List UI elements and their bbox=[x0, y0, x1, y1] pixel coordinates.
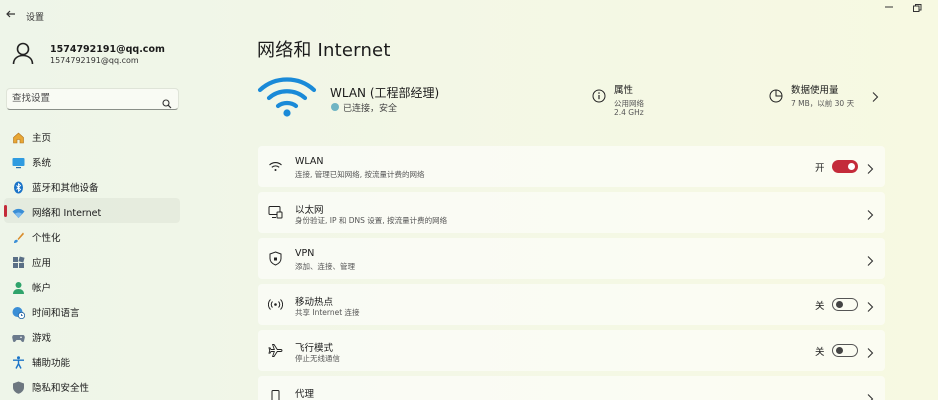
wifi-icon bbox=[268, 159, 283, 174]
sidebar-item-time-language[interactable]: 时间和语言 bbox=[4, 298, 180, 323]
sidebar-item-privacy[interactable]: 隐私和安全性 bbox=[4, 373, 180, 398]
wifi-icon bbox=[12, 204, 25, 218]
sidebar-item-label: 应用 bbox=[32, 258, 52, 269]
row-description: 连接, 管理已知网络, 按流量计费的网络 bbox=[295, 170, 425, 179]
data-usage-title: 数据使用量 bbox=[791, 85, 839, 96]
apps-icon bbox=[12, 254, 25, 268]
accessibility-icon bbox=[12, 354, 25, 369]
search-box[interactable] bbox=[6, 88, 179, 110]
bluetooth-icon bbox=[12, 179, 25, 194]
toggle-knob bbox=[836, 301, 843, 308]
wlan-row[interactable]: WLAN 连接, 管理已知网络, 按流量计费的网络 开 bbox=[258, 146, 885, 187]
sidebar-item-gaming[interactable]: 游戏 bbox=[4, 323, 180, 348]
row-title: 以太网 bbox=[295, 205, 324, 216]
properties-card[interactable]: 属性 公用网络 2.4 GHz bbox=[592, 78, 742, 117]
chevron-right-icon[interactable] bbox=[866, 206, 874, 220]
gamepad-icon bbox=[12, 329, 25, 343]
connected-status-icon bbox=[331, 103, 339, 111]
chevron-right-icon[interactable] bbox=[866, 344, 874, 358]
sidebar-item-label: 个性化 bbox=[32, 233, 61, 244]
minimize-button[interactable] bbox=[882, 2, 896, 14]
active-indicator bbox=[4, 205, 7, 217]
hotspot-icon bbox=[267, 297, 284, 312]
row-title: 飞行模式 bbox=[295, 343, 334, 354]
user-name: 1574792191@qq.com bbox=[50, 44, 165, 55]
mobile-hotspot-toggle[interactable] bbox=[832, 298, 858, 311]
data-usage-card[interactable]: 数据使用量 7 MB，以前 30 天 bbox=[769, 78, 879, 116]
row-title: VPN bbox=[295, 248, 315, 259]
toggle-state-label: 关 bbox=[815, 347, 825, 358]
proxy-row[interactable]: 代理 bbox=[258, 376, 885, 400]
toggle-state-label: 开 bbox=[815, 163, 825, 174]
user-avatar-icon[interactable] bbox=[10, 40, 36, 66]
ethernet-icon bbox=[268, 205, 283, 220]
properties-title: 属性 bbox=[614, 85, 634, 96]
home-icon bbox=[12, 129, 25, 144]
sidebar-item-network[interactable]: 网络和 Internet bbox=[4, 198, 180, 223]
connected-network-name: WLAN (工程部经理) bbox=[330, 86, 440, 100]
vpn-row[interactable]: VPN 添加、连接、管理 bbox=[258, 238, 885, 279]
sidebar-item-label: 隐私和安全性 bbox=[32, 383, 90, 394]
proxy-icon bbox=[268, 389, 283, 400]
toggle-knob bbox=[836, 347, 843, 354]
sidebar-item-label: 蓝牙和其他设备 bbox=[32, 183, 99, 194]
chevron-right-icon[interactable] bbox=[866, 390, 874, 400]
wlan-toggle[interactable] bbox=[832, 160, 858, 173]
data-usage-amount: 7 MB，以前 30 天 bbox=[791, 99, 855, 108]
row-description: 添加、连接、管理 bbox=[295, 262, 355, 271]
shield-icon bbox=[12, 379, 25, 394]
row-title: WLAN bbox=[295, 156, 324, 167]
airplane-mode-toggle[interactable] bbox=[832, 344, 858, 357]
sidebar-item-system[interactable]: 系统 bbox=[4, 148, 180, 173]
row-title: 代理 bbox=[295, 389, 315, 400]
sidebar-item-label: 时间和语言 bbox=[32, 308, 80, 319]
sidebar-nav: 主页 系统 蓝牙和其他设备 网络和 Internet 个性化 应用 帐户 时间和… bbox=[0, 123, 182, 398]
sidebar-item-home[interactable]: 主页 bbox=[4, 123, 180, 148]
title-bar: 设置 bbox=[0, 0, 938, 30]
toggle-state-label: 关 bbox=[815, 301, 825, 312]
sidebar-item-label: 辅助功能 bbox=[32, 358, 71, 369]
data-usage-icon bbox=[769, 88, 783, 103]
globe-clock-icon bbox=[12, 304, 26, 320]
restore-button[interactable] bbox=[910, 3, 924, 15]
back-arrow-icon[interactable] bbox=[4, 8, 18, 22]
airplane-mode-row[interactable]: 飞行模式 停止无线通信 关 bbox=[258, 330, 885, 371]
search-input[interactable] bbox=[12, 93, 152, 104]
sidebar-item-label: 游戏 bbox=[32, 333, 52, 344]
brush-icon bbox=[12, 229, 25, 243]
chevron-right-icon[interactable] bbox=[871, 88, 881, 102]
person-icon bbox=[12, 279, 25, 294]
vpn-shield-icon bbox=[268, 251, 283, 266]
sidebar-item-apps[interactable]: 应用 bbox=[4, 248, 180, 273]
connected-status-text: 已连接，安全 bbox=[343, 104, 398, 114]
toggle-knob bbox=[848, 163, 855, 170]
sidebar-item-bluetooth[interactable]: 蓝牙和其他设备 bbox=[4, 173, 180, 198]
monitor-icon bbox=[12, 154, 25, 169]
chevron-right-icon[interactable] bbox=[866, 160, 874, 174]
row-description: 身份验证, IP 和 DNS 设置, 按流量计费的网络 bbox=[295, 216, 448, 225]
page-title: 网络和 Internet bbox=[257, 40, 391, 61]
app-title: 设置 bbox=[26, 13, 45, 23]
network-band: 2.4 GHz bbox=[614, 108, 644, 117]
user-email: 1574792191@qq.com bbox=[50, 56, 139, 65]
airplane-icon bbox=[268, 343, 283, 358]
sidebar-item-label: 系统 bbox=[32, 158, 52, 169]
mobile-hotspot-row[interactable]: 移动热点 共享 Internet 连接 关 bbox=[258, 284, 885, 325]
sidebar-item-accounts[interactable]: 帐户 bbox=[4, 273, 180, 298]
chevron-right-icon[interactable] bbox=[866, 298, 874, 312]
chevron-right-icon[interactable] bbox=[866, 252, 874, 266]
sidebar-item-accessibility[interactable]: 辅助功能 bbox=[4, 348, 180, 373]
row-description: 共享 Internet 连接 bbox=[295, 308, 360, 317]
sidebar-item-label: 网络和 Internet bbox=[32, 208, 102, 219]
sidebar-item-label: 主页 bbox=[32, 133, 52, 144]
row-description: 停止无线通信 bbox=[295, 354, 340, 363]
row-title: 移动热点 bbox=[295, 297, 334, 308]
search-icon[interactable] bbox=[162, 94, 172, 109]
ethernet-row[interactable]: 以太网 身份验证, IP 和 DNS 设置, 按流量计费的网络 bbox=[258, 192, 885, 233]
info-icon bbox=[592, 88, 606, 103]
sidebar-item-personalization[interactable]: 个性化 bbox=[4, 223, 180, 248]
wifi-large-icon bbox=[257, 76, 317, 118]
sidebar-item-label: 帐户 bbox=[32, 283, 52, 294]
